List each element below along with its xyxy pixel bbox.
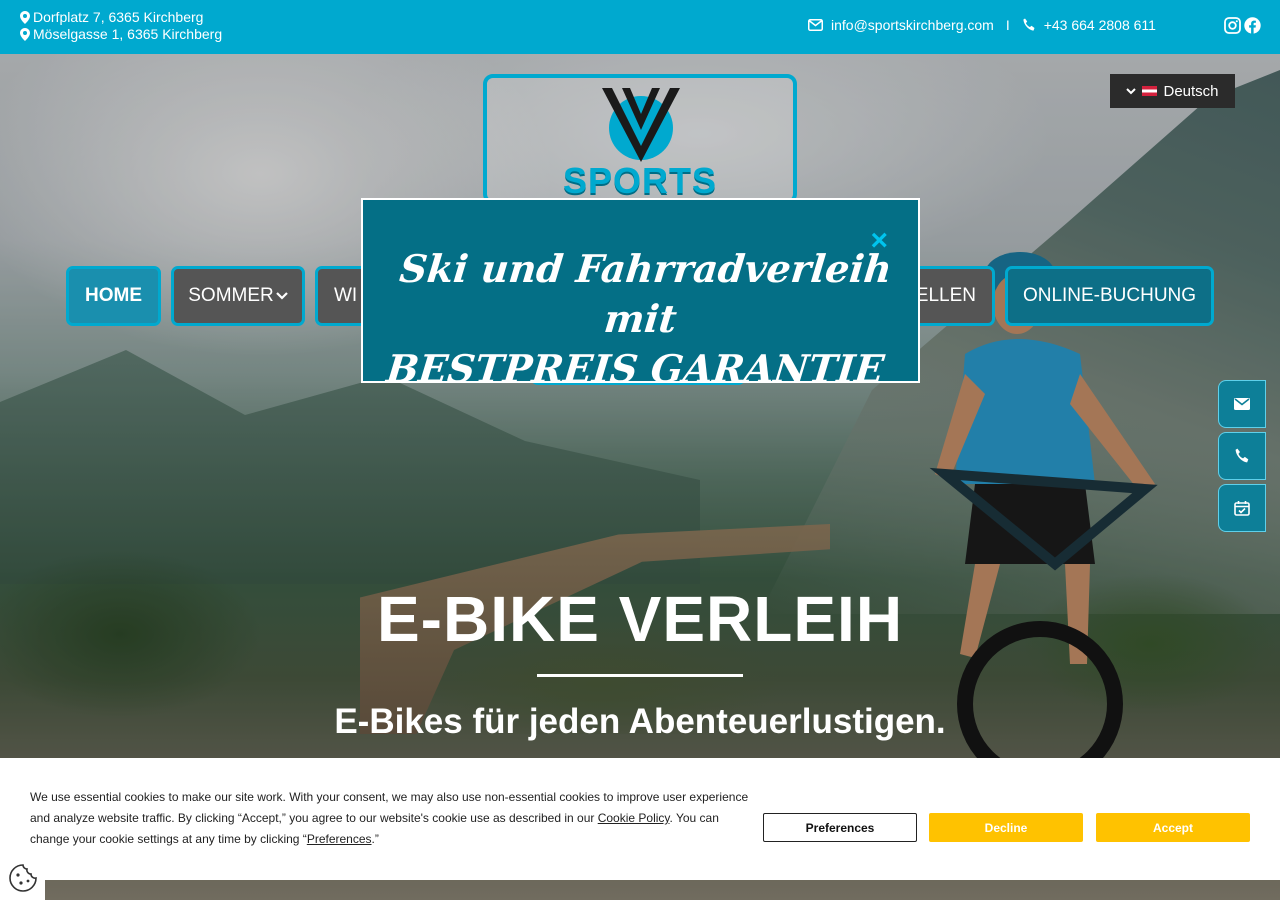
austria-flag-icon <box>1142 86 1158 96</box>
addresses: Dorfplatz 7, 6365 Kirchberg Möselgasse 1… <box>20 9 222 43</box>
social-links <box>1224 17 1261 34</box>
contact-separator: I <box>1005 17 1010 33</box>
top-bar: Dorfplatz 7, 6365 Kirchberg Möselgasse 1… <box>0 0 1280 54</box>
hero-divider <box>537 674 743 677</box>
cookie-banner: We use essential cookies to make our sit… <box>0 758 1280 880</box>
decline-button[interactable]: Decline <box>929 813 1083 842</box>
instagram-icon[interactable] <box>1224 17 1241 34</box>
side-phone-button[interactable] <box>1218 432 1266 480</box>
logo-mark-icon <box>602 88 680 162</box>
logo-wordmark: SPORTS <box>562 160 718 201</box>
popup-line-1: Ski und Fahrradverleih mit <box>397 246 895 341</box>
map-pin-icon <box>20 28 30 41</box>
nav-online-buchung[interactable]: ONLINE-BUCHUNG <box>1005 266 1214 326</box>
phone-icon <box>1023 18 1035 31</box>
cookie-settings-button[interactable] <box>0 855 45 900</box>
site-logo[interactable]: SPORTS <box>483 74 797 204</box>
phone-link[interactable]: +43 664 2808 611 <box>1044 17 1156 33</box>
chevron-down-icon <box>275 292 288 300</box>
chevron-down-icon <box>1126 87 1137 94</box>
hero-title: E-BIKE VERLEIH <box>376 583 904 655</box>
facebook-icon[interactable] <box>1244 17 1261 34</box>
nav-home[interactable]: HOME <box>66 266 161 326</box>
email-link[interactable]: info@sportskirchberg.com <box>831 17 994 33</box>
envelope-icon <box>1234 398 1250 410</box>
hero-subtitle: E-Bikes für jeden Abenteuerlustigen. <box>334 702 946 741</box>
side-email-button[interactable] <box>1218 380 1266 428</box>
side-booking-button[interactable] <box>1218 484 1266 532</box>
language-selector[interactable]: Deutsch <box>1110 74 1235 108</box>
nav-sommer[interactable]: SOMMER <box>171 266 305 326</box>
address-line-1[interactable]: Dorfplatz 7, 6365 Kirchberg <box>20 9 222 26</box>
contact-info: info@sportskirchberg.com I +43 664 2808 … <box>808 17 1156 33</box>
address-line-2[interactable]: Möselgasse 1, 6365 Kirchberg <box>20 26 222 43</box>
preferences-button[interactable]: Preferences <box>763 813 917 842</box>
cookie-message: We use essential cookies to make our sit… <box>30 787 750 850</box>
accept-button[interactable]: Accept <box>1096 813 1250 842</box>
phone-icon <box>1235 448 1249 463</box>
cookie-policy-link[interactable]: Cookie Policy <box>598 811 670 825</box>
cookie-icon <box>8 863 37 892</box>
envelope-icon <box>808 19 823 31</box>
cookie-text-3: .” <box>371 832 379 846</box>
address-1-text: Dorfplatz 7, 6365 Kirchberg <box>33 9 204 25</box>
address-2-text: Möselgasse 1, 6365 Kirchberg <box>33 26 223 42</box>
nav-sommer-label: SOMMER <box>188 285 274 306</box>
cookie-preferences-link[interactable]: Preferences <box>307 832 372 846</box>
calendar-check-icon <box>1234 501 1250 516</box>
language-label: Deutsch <box>1163 82 1219 100</box>
popup-message: Ski und Fahrradverleih mit BESTPREIS GAR… <box>355 244 926 394</box>
map-pin-icon <box>20 11 30 24</box>
promo-popup: × Ski und Fahrradverleih mit BESTPREIS G… <box>361 198 920 391</box>
popup-line-2: BESTPREIS GARANTIE <box>384 346 887 391</box>
